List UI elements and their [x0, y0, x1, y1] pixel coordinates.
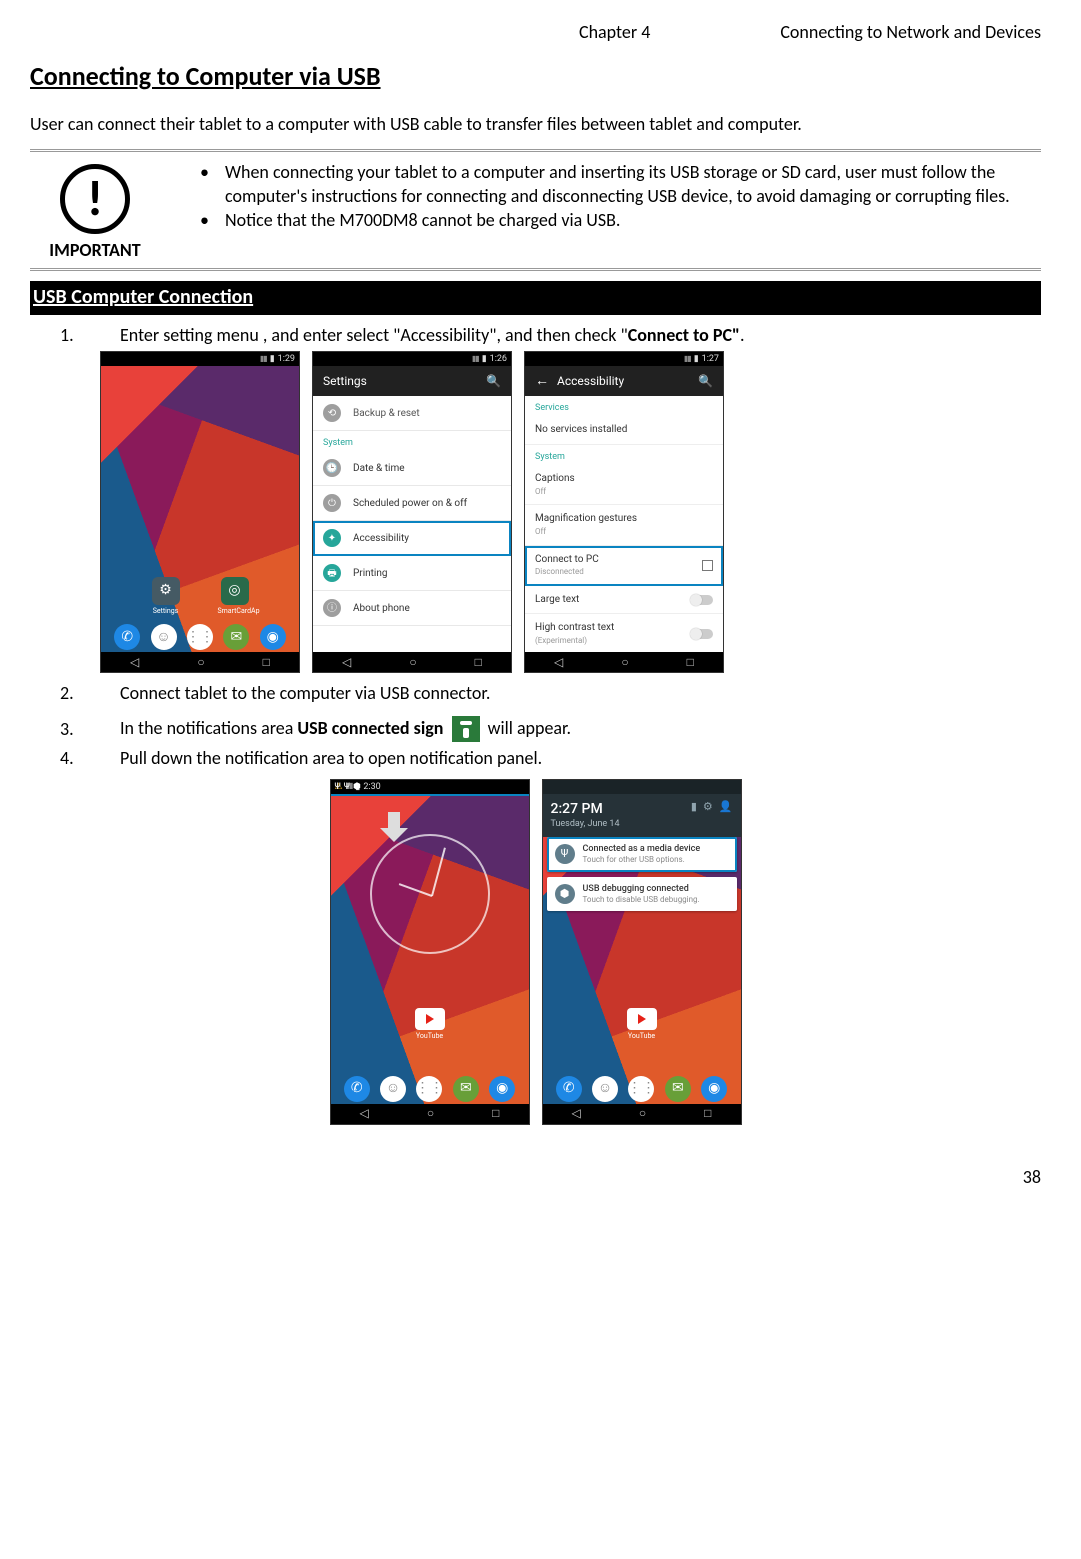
screenshot-accessibility: ▮1:27 ← Accessibility 🔍 Services No serv…	[524, 351, 724, 673]
toggle-icon	[691, 595, 713, 605]
important-label: IMPORTANT	[30, 238, 160, 262]
back-icon: ←	[535, 372, 549, 391]
screenshot-row-2: Ψ Ψ ⬢ ⚠▮2:30 YouTube ✆☺⋮⋮✉◉ ◁○□ 2:	[30, 779, 1041, 1125]
settings-accessibility-row: ✦Accessibility	[313, 521, 511, 556]
notification-header: 2:27 PM Tuesday, June 14 ▮⚙👤	[543, 794, 741, 837]
screenshot-row-1: ▮1:29 ⚙Settings ◎SmartCardAp ✆ ☺ ⋮⋮ ✉ ◉ …	[100, 351, 1041, 673]
acc-magnification: Magnification gesturesOff	[525, 505, 723, 545]
toggle-icon	[691, 629, 713, 639]
debug-status-icon: ⬢	[353, 781, 361, 793]
app-smartcard-icon: ◎SmartCardAp	[218, 577, 252, 616]
important-bullet-2: Notice that the M700DM8 cannot be charge…	[200, 208, 1041, 232]
sms-icon: ✉	[223, 624, 249, 650]
important-bullet-1: When connecting your tablet to a compute…	[200, 160, 1041, 209]
debug-icon: ⬢	[555, 884, 575, 904]
home-dock: ✆ ☺ ⋮⋮ ✉ ◉	[101, 624, 299, 650]
contacts-icon: ☺	[151, 624, 177, 650]
clock-widget	[370, 834, 490, 954]
usb-icon: Ψ	[555, 844, 575, 864]
settings-title: Settings	[323, 373, 486, 389]
section-label: Connecting to Network and Devices	[780, 20, 1041, 44]
step-4-text: Pull down the notification area to open …	[120, 746, 1041, 770]
user-icon: 👤	[719, 800, 733, 815]
screenshot-settings: ▮1:26 Settings 🔍 ⟲Backup & reset System …	[312, 351, 512, 673]
intro-paragraph: User can connect their tablet to a compu…	[30, 112, 1041, 136]
youtube-icon: YouTube	[415, 1008, 445, 1041]
step-number: 4.	[60, 746, 80, 770]
page-number: 38	[30, 1165, 1041, 1189]
usb-connected-icon	[452, 716, 480, 742]
usb-status-icon: Ψ	[335, 781, 341, 793]
step-number: 2.	[60, 681, 80, 705]
chapter-label: Chapter 4	[579, 20, 650, 44]
step-number: 3.	[60, 717, 80, 741]
nav-home-icon: ○	[197, 654, 204, 670]
youtube-icon: YouTube	[627, 1008, 657, 1041]
step-2-text: Connect tablet to the computer via USB c…	[120, 681, 1041, 705]
search-icon: 🔍	[698, 373, 713, 389]
step-1-text: Enter setting menu , and enter select "A…	[120, 323, 1041, 347]
acc-connect-to-pc: Connect to PCDisconnected	[525, 546, 723, 586]
notification-usb-debugging: ⬢ USB debugging connectedTouch to disabl…	[547, 877, 737, 912]
page-title: Connecting to Computer via USB	[30, 59, 1041, 94]
usb-status-icon: Ψ	[344, 781, 350, 793]
step-3-text: In the notifications area USB connected …	[120, 716, 1041, 743]
settings-backup-row: ⟲Backup & reset	[313, 396, 511, 431]
settings-date-row: 🕒Date & time	[313, 451, 511, 486]
checkbox-icon	[702, 560, 713, 571]
settings-gear-icon: ⚙	[703, 800, 713, 815]
browser-icon: ◉	[260, 624, 286, 650]
step-number: 1.	[60, 323, 80, 347]
screenshot-pulldown: Ψ Ψ ⬢ ⚠▮2:30 YouTube ✆☺⋮⋮✉◉ ◁○□	[330, 779, 530, 1125]
battery-icon: ▮	[691, 800, 697, 815]
screenshot-home: ▮1:29 ⚙Settings ◎SmartCardAp ✆ ☺ ⋮⋮ ✉ ◉ …	[100, 351, 300, 673]
phone-icon: ✆	[114, 624, 140, 650]
settings-schedule-row: ⏻Scheduled power on & off	[313, 486, 511, 521]
search-icon: 🔍	[486, 373, 501, 389]
screenshot-notification-panel: 2:27 PM Tuesday, June 14 ▮⚙👤 Ψ Connected…	[542, 779, 742, 1125]
notification-media-device: Ψ Connected as a media deviceTouch for o…	[547, 837, 737, 872]
accessibility-title: Accessibility	[557, 373, 698, 389]
app-settings-icon: ⚙Settings	[149, 577, 183, 616]
steps-list: 1. Enter setting menu , and enter select…	[30, 323, 1041, 347]
acc-high-contrast: High contrast text(Experimental)	[525, 614, 723, 652]
important-icon	[60, 164, 130, 234]
important-bullets: When connecting your tablet to a compute…	[180, 160, 1041, 262]
settings-about-row: ⓘAbout phone	[313, 591, 511, 626]
apps-icon: ⋮⋮	[187, 624, 213, 650]
acc-no-services: No services installed	[525, 416, 723, 445]
acc-large-text: Large text	[525, 586, 723, 615]
nav-recent-icon: □	[263, 654, 270, 670]
nav-back-icon: ◁	[130, 654, 139, 670]
important-callout: IMPORTANT When connecting your tablet to…	[30, 149, 1041, 271]
acc-captions: CaptionsOff	[525, 465, 723, 505]
section-heading: USB Computer Connection	[30, 281, 1041, 315]
page-header: Chapter 4 Connecting to Network and Devi…	[30, 20, 1041, 44]
settings-printing-row: 🖶Printing	[313, 556, 511, 591]
settings-system-label: System	[313, 431, 511, 451]
